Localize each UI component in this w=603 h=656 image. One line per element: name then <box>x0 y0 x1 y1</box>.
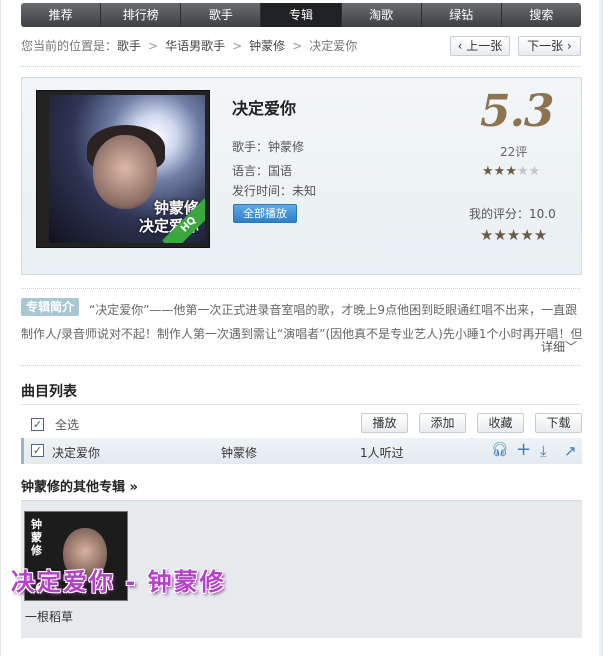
my-rating-stars[interactable]: ★★★★★ <box>480 226 547 244</box>
nav-item-charts[interactable]: 排行榜 <box>101 3 182 27</box>
breadcrumb-separator: > <box>292 39 303 53</box>
album-intro-text: “决定爱你”——他第一次正式进录音室唱的歌，才晚上9点他困到眨眼通红唱不出来，一… <box>21 303 583 341</box>
add-icon[interactable]: + <box>516 439 531 460</box>
next-album-button[interactable]: 下一张 › <box>518 36 581 56</box>
intro-more-label: 详细 <box>541 340 566 354</box>
divider <box>21 404 580 405</box>
divider <box>21 288 580 289</box>
chevron-down-icon: ﹀ <box>565 340 578 354</box>
star-icon: ★ <box>516 164 529 179</box>
play-selected-button[interactable]: 播放 <box>361 413 408 433</box>
top-nav: 推荐 排行榜 歌手 专辑 淘歌 绿钻 搜索 <box>21 3 581 27</box>
divider <box>21 365 580 366</box>
nav-item-recommend[interactable]: 推荐 <box>21 3 102 27</box>
other-albums-title[interactable]: 钟蒙修的其他专辑 » <box>21 476 138 495</box>
breadcrumb-male-singers[interactable]: 华语男歌手 <box>165 39 225 53</box>
album-info-card: 钟蒙修 决定爱你 HQ 决定爱你 歌手：钟蒙修 语言：国语 发行时间：未知 全部… <box>21 77 582 275</box>
chevron-left-icon: ‹ <box>457 39 467 53</box>
scrollbar[interactable] <box>599 0 602 656</box>
album-title: 决定爱你 <box>232 99 297 118</box>
track-artist[interactable]: 钟蒙修 <box>221 444 257 461</box>
review-count[interactable]: 22评 <box>500 143 527 160</box>
my-score-value: 10.0 <box>529 207 556 221</box>
star-icon[interactable]: ★ <box>520 226 533 244</box>
nav-item-search[interactable]: 搜索 <box>502 3 581 27</box>
intro-more-link[interactable]: 详细﹀ <box>541 338 577 355</box>
cover-face <box>93 135 157 209</box>
star-icon[interactable]: ★ <box>480 226 493 244</box>
select-all-label: 全选 <box>55 418 80 432</box>
track-checkbox[interactable]: ✓ <box>31 444 44 457</box>
favorite-selected-button[interactable]: 收藏 <box>477 413 524 433</box>
my-score: 我的评分：10.0 <box>469 205 556 222</box>
select-all-checkbox[interactable]: ✓ <box>31 418 44 431</box>
tracklist-title: 曲目列表 <box>21 384 77 400</box>
prev-album-label: 上一张 <box>466 39 503 53</box>
star-icon[interactable]: ★ <box>493 226 506 244</box>
next-album-label: 下一张 <box>527 39 564 53</box>
breadcrumb: 您当前的位置是：歌手 > 华语男歌手 > 钟蒙修 > 决定爱你 <box>21 37 357 54</box>
breadcrumb-current: 决定爱你 <box>309 39 358 53</box>
other-album-name[interactable]: 一根稻草 <box>25 608 73 625</box>
release-label: 发行时间： <box>232 184 293 198</box>
nav-item-singers[interactable]: 歌手 <box>181 3 262 27</box>
download-icon[interactable]: ⤓ <box>540 442 547 460</box>
chevron-right-icon: › <box>563 39 572 53</box>
release-value: 未知 <box>292 184 317 198</box>
breadcrumb-separator: > <box>148 39 159 53</box>
release-row: 发行时间：未知 <box>232 182 316 199</box>
cover-image: 钟蒙修 决定爱你 HQ <box>49 95 205 243</box>
language-row: 语言：国语 <box>232 162 292 179</box>
star-icon[interactable]: ★ <box>534 226 547 244</box>
breadcrumb-artist[interactable]: 钟蒙修 <box>249 39 285 53</box>
track-listens: 1人听过 <box>360 446 404 460</box>
artist-row: 歌手：钟蒙修 <box>232 138 304 155</box>
track-row[interactable]: ✓ 决定爱你 钟蒙修 1人听过 🎧︎ + ⤓ ↗ <box>21 438 582 464</box>
star-icon[interactable]: ★ <box>507 226 520 244</box>
nav-item-green-diamond[interactable]: 绿钻 <box>422 3 502 27</box>
album-intro-tag: 专辑简介 <box>21 298 80 316</box>
breadcrumb-singers[interactable]: 歌手 <box>117 39 141 53</box>
album-page: 推荐 排行榜 歌手 专辑 淘歌 绿钻 搜索 您当前的位置是：歌手 > 华语男歌手 > 钟… <box>0 0 603 656</box>
divider <box>21 66 580 67</box>
prev-album-button[interactable]: ‹ 上一张 <box>450 36 510 56</box>
breadcrumb-prefix: 您当前的位置是： <box>21 39 118 53</box>
download-selected-button[interactable]: 下载 <box>535 413 582 433</box>
artist-label: 歌手： <box>232 140 269 154</box>
nav-item-discover[interactable]: 淘歌 <box>342 3 422 27</box>
nav-item-albums[interactable]: 专辑 <box>261 3 342 27</box>
star-icon: ★ <box>482 164 494 179</box>
play-all-button[interactable]: 全部播放 <box>233 204 297 223</box>
my-score-label: 我的评分： <box>469 207 530 221</box>
headphones-icon[interactable]: 🎧︎ <box>491 442 509 458</box>
track-name[interactable]: 决定爱你 <box>52 444 100 461</box>
add-selected-button[interactable]: 添加 <box>419 413 466 433</box>
share-icon[interactable]: ↗ <box>564 442 577 460</box>
star-half-icon: ★ <box>505 164 517 179</box>
watermark-caption: 决定爱你 - 钟蒙修 <box>11 568 226 596</box>
language-label: 语言： <box>232 164 269 178</box>
artist-link[interactable]: 钟蒙修 <box>268 140 304 154</box>
thumb-text: 钟蒙修 <box>31 518 42 557</box>
language-value: 国语 <box>268 164 293 178</box>
album-score: 5.3 <box>480 86 555 137</box>
album-cover[interactable]: 钟蒙修 决定爱你 HQ <box>36 90 210 248</box>
breadcrumb-separator: > <box>232 39 243 53</box>
average-rating-stars: ★★★★★ <box>482 164 540 179</box>
star-icon: ★ <box>528 164 541 179</box>
star-icon: ★ <box>493 164 506 179</box>
